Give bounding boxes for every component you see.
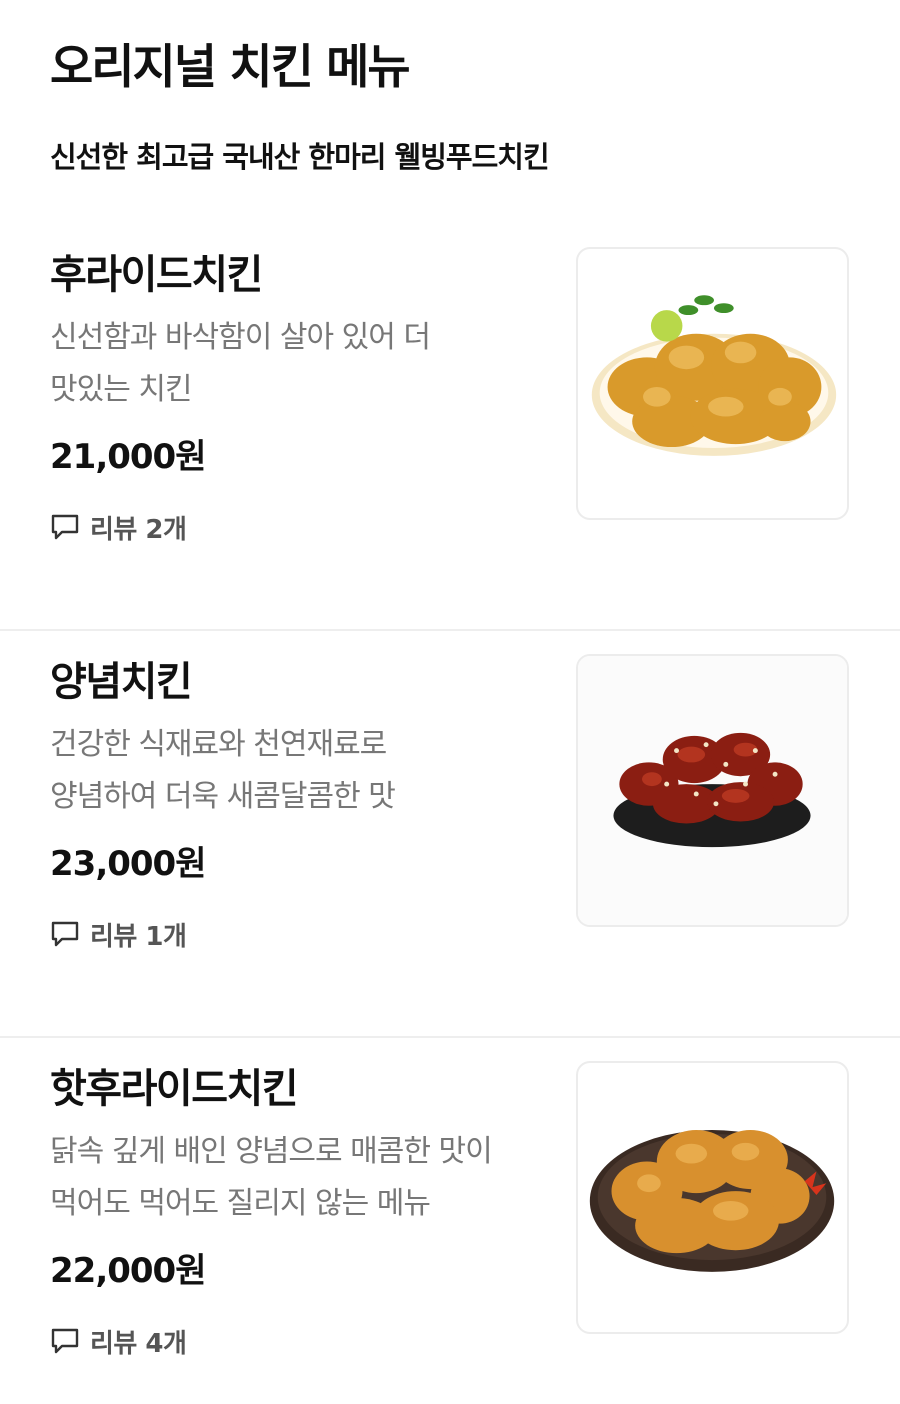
comment-icon xyxy=(50,512,82,542)
item-description: 건강한 식재료와 천연재료로 양념하여 더욱 새콤달콤한 맛 xyxy=(50,719,560,823)
menu-item-fried-chicken[interactable]: 후라이드치킨 신선함과 바삭함이 살아 있어 더 맛있는 치킨 21,000원 … xyxy=(0,224,900,631)
item-description-line: 맛있는 치킨 xyxy=(50,372,193,407)
review-link[interactable]: 리뷰 2개 xyxy=(50,510,187,545)
item-name: 핫후라이드치킨 xyxy=(50,1066,299,1112)
review-link[interactable]: 리뷰 1개 xyxy=(50,917,187,952)
review-count: 리뷰 1개 xyxy=(90,921,187,952)
fried-chicken-photo[interactable] xyxy=(576,247,849,520)
menu-item-seasoned-chicken[interactable]: 양념치킨 건강한 식재료와 천연재료로 양념하여 더욱 새콤달콤한 맛 23,0… xyxy=(0,631,900,1038)
menu-item-hot-fried-chicken[interactable]: 핫후라이드치킨 닭속 깊게 배인 양념으로 매콤한 맛이 먹어도 먹어도 질리지… xyxy=(0,1038,900,1404)
item-price: 21,000원 xyxy=(50,437,206,477)
comment-icon xyxy=(50,1326,82,1356)
page-title: 오리지널 치킨 메뉴 xyxy=(50,40,411,95)
review-link[interactable]: 리뷰 4개 xyxy=(50,1324,187,1359)
seasoned-chicken-photo[interactable] xyxy=(576,654,849,927)
item-description-line: 닭속 깊게 배인 양념으로 매콤한 맛이 xyxy=(50,1134,493,1169)
item-description: 닭속 깊게 배인 양념으로 매콤한 맛이 먹어도 먹어도 질리지 않는 메뉴 xyxy=(50,1126,560,1230)
item-name: 후라이드치킨 xyxy=(50,252,263,298)
item-name: 양념치킨 xyxy=(50,659,193,705)
comment-icon xyxy=(50,919,82,949)
review-count: 리뷰 2개 xyxy=(90,514,187,545)
item-description-line: 건강한 식재료와 천연재료로 xyxy=(50,727,387,762)
item-description-line: 먹어도 먹어도 질리지 않는 메뉴 xyxy=(50,1186,431,1221)
item-price: 23,000원 xyxy=(50,844,206,884)
item-description: 신선함과 바삭함이 살아 있어 더 맛있는 치킨 xyxy=(50,312,560,416)
item-description-line: 신선함과 바삭함이 살아 있어 더 xyxy=(50,320,431,355)
item-price: 22,000원 xyxy=(50,1251,206,1291)
hot-fried-chicken-photo[interactable] xyxy=(576,1061,849,1334)
page-subtitle: 신선한 최고급 국내산 한마리 웰빙푸드치킨 xyxy=(50,140,550,174)
review-count: 리뷰 4개 xyxy=(90,1328,187,1359)
item-description-line: 양념하여 더욱 새콤달콤한 맛 xyxy=(50,779,396,814)
